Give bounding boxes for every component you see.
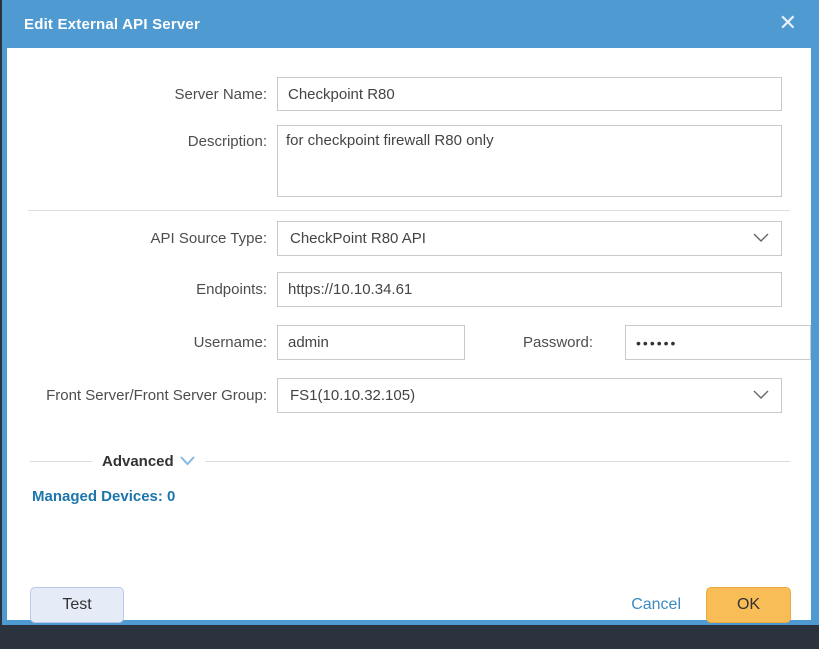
api-source-type-value: CheckPoint R80 API <box>290 230 426 247</box>
dialog-header: Edit External API Server ✕ <box>7 0 811 48</box>
front-server-value: FS1(10.10.32.105) <box>290 387 415 404</box>
password-input[interactable]: •••••• <box>625 325 811 360</box>
divider-line <box>205 461 790 462</box>
front-server-row: Front Server/Front Server Group: FS1(10.… <box>7 378 811 413</box>
chevron-down-icon <box>753 230 769 247</box>
edit-external-api-server-dialog: Edit External API Server ✕ Server Name: … <box>2 0 819 625</box>
server-name-label: Server Name: <box>7 86 277 103</box>
front-server-label: Front Server/Front Server Group: <box>7 387 277 404</box>
username-label: Username: <box>7 334 277 351</box>
api-source-type-select[interactable]: CheckPoint R80 API <box>277 221 782 256</box>
dialog-title: Edit External API Server <box>24 16 200 33</box>
managed-devices-count: Managed Devices: 0 <box>32 488 811 505</box>
endpoints-input[interactable] <box>277 272 782 307</box>
advanced-section-toggle-row: Advanced <box>7 450 811 472</box>
api-source-type-row: API Source Type: CheckPoint R80 API <box>7 221 811 256</box>
endpoints-row: Endpoints: <box>7 272 811 307</box>
close-icon[interactable]: ✕ <box>779 13 797 35</box>
test-button[interactable]: Test <box>30 587 124 623</box>
endpoints-label: Endpoints: <box>7 281 277 298</box>
section-divider <box>28 210 790 211</box>
password-label: Password: <box>485 334 603 351</box>
chevron-down-icon <box>753 387 769 404</box>
chevron-down-icon[interactable] <box>180 456 195 466</box>
ok-button[interactable]: OK <box>706 587 791 623</box>
description-row: Description: for checkpoint firewall R80… <box>7 125 811 197</box>
api-source-type-label: API Source Type: <box>7 230 277 247</box>
dialog-body: Server Name: Description: for checkpoint… <box>7 77 811 649</box>
credentials-row: Username: Password: •••••• <box>7 325 811 360</box>
dialog-footer: Test Cancel OK <box>30 587 791 623</box>
cancel-button[interactable]: Cancel <box>631 596 681 614</box>
divider-line <box>30 461 92 462</box>
footer-actions: Cancel OK <box>631 587 791 623</box>
username-input[interactable] <box>277 325 465 360</box>
server-name-input[interactable] <box>277 77 782 111</box>
advanced-toggle[interactable]: Advanced <box>102 453 174 470</box>
front-server-select[interactable]: FS1(10.10.32.105) <box>277 378 782 413</box>
description-textarea[interactable]: for checkpoint firewall R80 only <box>277 125 782 197</box>
description-label: Description: <box>7 133 277 150</box>
server-name-row: Server Name: <box>7 77 811 111</box>
